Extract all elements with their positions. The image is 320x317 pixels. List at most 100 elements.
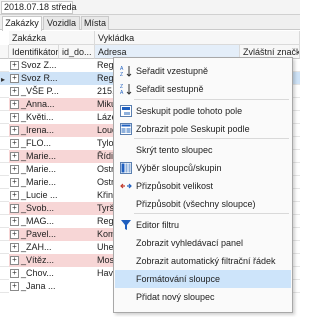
cell-identifikator[interactable]: + _Vítěz... [9,254,59,267]
cell-id-do[interactable] [59,72,95,85]
row-indicator[interactable] [0,189,9,202]
cell-id-do[interactable] [59,254,95,267]
cell-id-do[interactable] [59,111,95,124]
cell-id-do[interactable] [59,59,95,72]
cell-id-do[interactable] [59,137,95,150]
cell-identifikator[interactable]: + Svoz R... [9,72,59,85]
cell-identifikator-text: _FLO... [21,138,52,148]
sort-descending-icon: ZA [120,83,132,96]
row-indicator[interactable] [0,163,9,176]
expand-row-icon[interactable]: + [10,178,19,188]
row-indicator[interactable] [0,137,9,150]
row-indicator[interactable] [0,202,9,215]
row-indicator[interactable] [0,85,9,98]
menu-item-prizpusobit-vsechny-sloupce[interactable]: Přizpůsobit (všechny sloupce) [115,195,291,213]
group-header-vykladka[interactable]: Vykládka [95,31,300,45]
row-indicator[interactable]: ▸ [0,72,9,85]
date-field[interactable]: 2018.07.18 středa [1,1,77,14]
cell-identifikator[interactable]: + _Pavel... [9,228,59,241]
expand-row-icon[interactable]: + [10,139,19,149]
expand-row-icon[interactable]: + [10,217,19,227]
expand-row-icon[interactable]: + [10,204,19,214]
menu-item-pridat-novy-sloupec[interactable]: Přidat nový sloupec [115,288,291,306]
cell-identifikator-text: _Lucie ... [21,190,58,200]
cell-id-do[interactable] [59,98,95,111]
cell-identifikator[interactable]: + _ZAH... [9,241,59,254]
row-indicator[interactable] [0,150,9,163]
menu-item-seradit-vzestupne[interactable]: A Z Seřadit vzestupně [115,62,291,80]
tab-zakazky[interactable]: Zakázky [2,16,42,31]
row-indicator[interactable] [0,111,9,124]
expand-row-icon[interactable]: + [10,87,19,97]
tab-vozidla[interactable]: Vozidla [43,16,80,30]
menu-item-prizpusobit-velikost[interactable]: Přizpůsobit velikost [115,177,291,195]
menu-item-editor-filtru[interactable]: Editor filtru [115,216,291,234]
row-indicator[interactable] [0,98,9,111]
menu-item-formatovani-sloupce[interactable]: Formátování sloupce [115,270,291,288]
expand-row-icon[interactable]: + [10,230,19,240]
cell-identifikator[interactable]: + _VŠE P... [9,85,59,98]
cell-id-do[interactable] [59,202,95,215]
expand-row-icon[interactable]: + [10,100,19,110]
filter-editor-icon [120,219,132,231]
expand-row-icon[interactable]: + [10,74,19,84]
cell-identifikator[interactable]: + _Anna... [9,98,59,111]
cell-identifikator[interactable]: + Svoz Z... [9,59,59,72]
cell-identifikator[interactable]: + _Svob... [9,202,59,215]
expand-row-icon[interactable]: + [10,165,19,175]
menu-item-seskupit-podle-tohoto-pole[interactable]: Seskupit podle tohoto pole [115,102,291,120]
menu-item-zobrazit-vyhledavaci-panel[interactable]: Zobrazit vyhledávací panel [115,234,291,252]
cell-id-do[interactable] [59,267,95,280]
row-indicator[interactable] [0,176,9,189]
cell-identifikator[interactable]: + _MAG... [9,215,59,228]
menu-item-skryt-tento-sloupec[interactable]: Skrýt tento sloupec [115,141,291,159]
cell-id-do[interactable] [59,241,95,254]
cell-identifikator[interactable]: + _Irena... [9,124,59,137]
cell-id-do[interactable] [59,85,95,98]
tab-mista[interactable]: Místa [81,16,109,30]
cell-id-do[interactable] [59,150,95,163]
cell-identifikator-text: _Chov... [21,268,54,278]
menu-item-label: Zobrazit vyhledávací panel [136,238,244,248]
cell-id-do[interactable] [59,280,95,293]
column-chooser-icon [120,162,132,174]
group-header-zakazka[interactable]: Zakázka [9,31,95,45]
cell-identifikator[interactable]: + _Marie... [9,150,59,163]
cell-identifikator[interactable]: + _FLO... [9,137,59,150]
expand-row-icon[interactable]: + [10,152,19,162]
row-indicator[interactable] [0,241,9,254]
row-indicator[interactable] [0,280,9,293]
menu-item-zobrazit-automaticky-filtracni-radek[interactable]: Zobrazit automatický filtrační řádek [115,252,291,270]
cell-id-do[interactable] [59,215,95,228]
expand-row-icon[interactable]: + [10,61,19,71]
menu-item-vyber-sloupcu-skupin[interactable]: Výběr sloupců/skupin [115,159,291,177]
row-indicator[interactable] [0,267,9,280]
cell-identifikator[interactable]: + _Chov... [9,267,59,280]
menu-item-zobrazit-pole-seskupit-podle[interactable]: Zobrazit pole Seskupit podle [115,120,291,138]
row-indicator[interactable] [0,124,9,137]
row-indicator[interactable] [0,254,9,267]
cell-id-do[interactable] [59,176,95,189]
row-indicator[interactable] [0,215,9,228]
cell-identifikator[interactable]: + _Květi... [9,111,59,124]
cell-identifikator[interactable]: + _Marie... [9,176,59,189]
expand-row-icon[interactable]: + [10,269,19,279]
row-indicator[interactable] [0,59,9,72]
cell-id-do[interactable] [59,228,95,241]
expand-row-icon[interactable]: + [10,282,19,292]
row-indicator[interactable] [0,228,9,241]
expand-row-icon[interactable]: + [10,243,19,253]
cell-id-do[interactable] [59,163,95,176]
cell-identifikator[interactable]: + _Jana ... [9,280,59,293]
column-header-id-do[interactable]: id_do... [59,45,95,59]
column-header-identifikator[interactable]: Identifikátor [9,45,59,59]
cell-identifikator[interactable]: + _Lucie ... [9,189,59,202]
expand-row-icon[interactable]: + [10,256,19,266]
expand-row-icon[interactable]: + [10,191,19,201]
expand-row-icon[interactable]: + [10,113,19,123]
cell-id-do[interactable] [59,189,95,202]
expand-row-icon[interactable]: + [10,126,19,136]
menu-item-seradit-sestupne[interactable]: Z A Seřadit sestupně [115,80,291,98]
cell-identifikator[interactable]: + _Marie... [9,163,59,176]
cell-id-do[interactable] [59,124,95,137]
